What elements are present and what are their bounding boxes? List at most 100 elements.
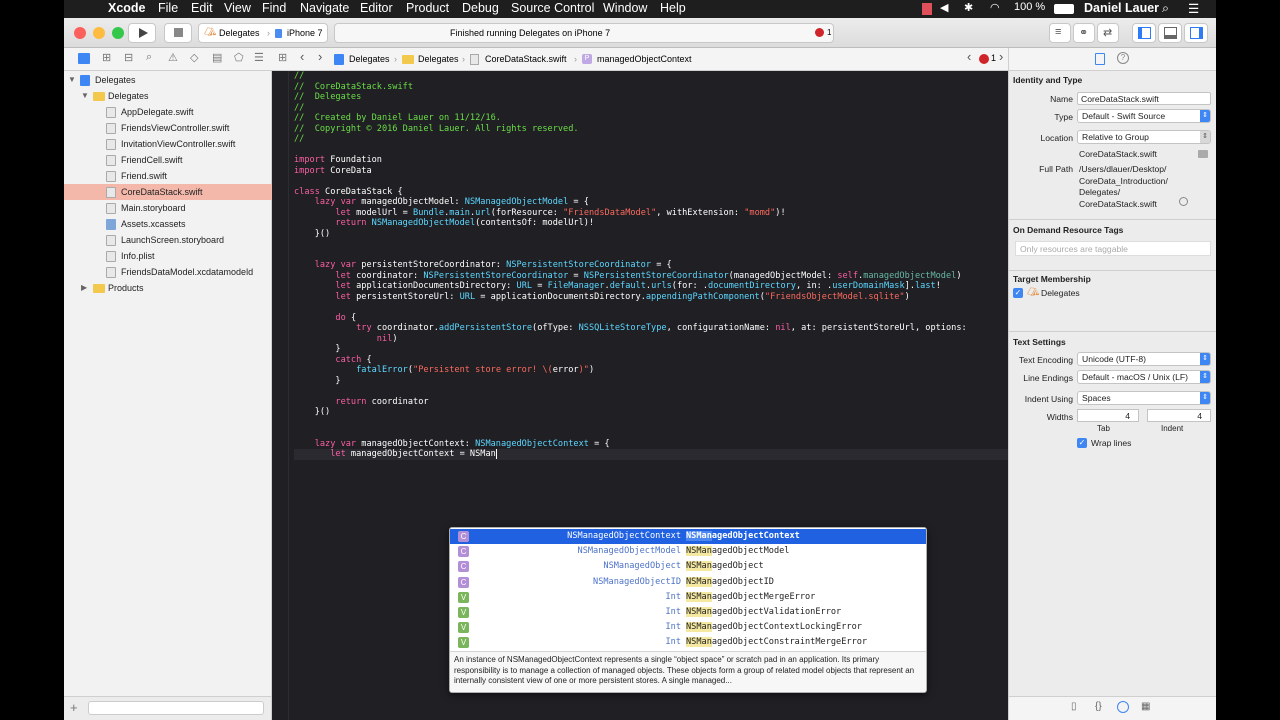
code-line[interactable]: // Copyright © 2016 Daniel Lauer. All ri… bbox=[294, 124, 1008, 135]
navigator-filter-field[interactable] bbox=[88, 701, 264, 715]
autocomplete-item[interactable]: C NSManagedObjectModel NSManagedObjectMode… bbox=[450, 544, 926, 559]
add-file-icon[interactable]: + bbox=[70, 700, 78, 715]
file-inspector-icon[interactable] bbox=[1095, 53, 1105, 65]
autocomplete-item[interactable]: V Int NSManagedObjectContextLockingError bbox=[450, 620, 926, 635]
menu-editor[interactable]: Editor bbox=[360, 1, 393, 15]
encoding-popup[interactable]: Unicode (UTF-8) ⇕ bbox=[1077, 352, 1211, 366]
wifi-icon[interactable]: ◠ bbox=[990, 1, 1000, 14]
autocomplete-item[interactable]: V Int NSManagedObjectMergeError bbox=[450, 590, 926, 605]
menu-edit[interactable]: Edit bbox=[191, 1, 213, 15]
code-line[interactable]: class CoreDataStack { bbox=[294, 187, 1008, 198]
target-checkbox[interactable]: ✓ bbox=[1013, 288, 1023, 298]
code-line[interactable]: import Foundation bbox=[294, 155, 1008, 166]
disclosure-triangle-icon[interactable]: ▼ bbox=[81, 88, 89, 104]
tab-width-field[interactable]: 4 bbox=[1077, 409, 1139, 422]
notification-center-icon[interactable]: ☰ bbox=[1188, 1, 1199, 16]
standard-editor-button[interactable]: ≡ bbox=[1049, 23, 1071, 43]
navigator-row[interactable]: ▼ Delegates bbox=[64, 88, 272, 104]
autocomplete-item[interactable]: V Int NSManagedObjectValidationError bbox=[450, 605, 926, 620]
code-line[interactable] bbox=[294, 176, 1008, 187]
code-line[interactable]: }() bbox=[294, 229, 1008, 240]
test-navigator-icon[interactable]: ◇ bbox=[190, 51, 198, 64]
navigator-row[interactable]: Friend.swift bbox=[64, 168, 272, 184]
odr-tags-field[interactable]: Only resources are taggable bbox=[1015, 241, 1211, 256]
source-control-navigator-icon[interactable]: ⊞ bbox=[102, 51, 111, 64]
close-window-button[interactable] bbox=[74, 27, 86, 39]
code-line[interactable]: let applicationDocumentsDirectory: URL =… bbox=[294, 281, 1008, 292]
project-navigator-icon[interactable] bbox=[78, 53, 90, 64]
toggle-navigator-button[interactable] bbox=[1132, 23, 1156, 43]
code-line[interactable]: let managedObjectContext = NSMan bbox=[294, 449, 1008, 460]
code-line[interactable]: import CoreData bbox=[294, 166, 1008, 177]
media-library-icon[interactable]: ▦ bbox=[1141, 701, 1150, 712]
code-line[interactable]: catch { bbox=[294, 355, 1008, 366]
issue-navigator-icon[interactable]: ⚠︎ bbox=[168, 51, 178, 64]
navigator-row[interactable]: AppDelegate.swift bbox=[64, 104, 272, 120]
code-line[interactable]: fatalError("Persistent store error! \(er… bbox=[294, 365, 1008, 376]
volume-icon[interactable]: ◀︎ bbox=[940, 1, 948, 14]
toggle-debug-area-button[interactable] bbox=[1158, 23, 1182, 43]
code-snippet-library-icon[interactable]: {} bbox=[1095, 701, 1102, 712]
code-line[interactable]: lazy var managedObjectModel: NSManagedOb… bbox=[294, 197, 1008, 208]
code-line[interactable]: // bbox=[294, 103, 1008, 114]
code-line[interactable]: do { bbox=[294, 313, 1008, 324]
scheme-selector[interactable]: ⛺︎ Delegates › iPhone 7 bbox=[198, 23, 328, 43]
code-line[interactable] bbox=[294, 145, 1008, 156]
code-line[interactable]: // bbox=[294, 71, 1008, 82]
navigator-row[interactable]: Main.storyboard bbox=[64, 200, 272, 216]
code-line[interactable] bbox=[294, 428, 1008, 439]
indent-width-field[interactable]: 4 bbox=[1147, 409, 1211, 422]
navigator-row[interactable]: ▶ Products bbox=[64, 280, 272, 296]
navigator-row[interactable]: ▼ Delegates bbox=[64, 72, 272, 88]
related-items-icon[interactable]: ⊞ bbox=[278, 51, 287, 64]
zoom-window-button[interactable] bbox=[112, 27, 124, 39]
menu-debug[interactable]: Debug bbox=[462, 1, 499, 15]
source-editor[interactable]: //// CoreDataStack.swift// Delegates////… bbox=[272, 71, 1008, 720]
minimize-window-button[interactable] bbox=[93, 27, 105, 39]
code-line[interactable]: // Delegates bbox=[294, 92, 1008, 103]
code-line[interactable] bbox=[294, 418, 1008, 429]
error-count[interactable]: 1 bbox=[827, 24, 831, 42]
debug-navigator-icon[interactable]: ▤ bbox=[212, 51, 222, 64]
code-line[interactable] bbox=[294, 250, 1008, 261]
folder-reveal-icon[interactable] bbox=[1198, 150, 1208, 158]
error-icon[interactable] bbox=[815, 28, 824, 37]
toggle-inspector-button[interactable] bbox=[1184, 23, 1208, 43]
assistant-editor-button[interactable]: ⚭ bbox=[1073, 23, 1095, 43]
code-line[interactable]: return NSManagedObjectModel(contentsOf: … bbox=[294, 218, 1008, 229]
breadcrumb-symbol[interactable]: managedObjectContext bbox=[597, 48, 692, 71]
reveal-in-finder-icon[interactable] bbox=[1179, 197, 1188, 206]
issue-error-icon[interactable] bbox=[979, 54, 989, 64]
file-template-library-icon[interactable]: ▯ bbox=[1071, 701, 1077, 712]
code-line[interactable]: lazy var persistentStoreCoordinator: NSP… bbox=[294, 260, 1008, 271]
autocomplete-item[interactable]: C NSManagedObjectID NSManagedObjectID bbox=[450, 575, 926, 590]
code-line[interactable] bbox=[294, 386, 1008, 397]
run-button[interactable] bbox=[128, 23, 156, 43]
autocomplete-item[interactable]: V Int NSManagedObjectConstraintMergeError bbox=[450, 635, 926, 650]
autocomplete-item[interactable]: C NSManagedObject NSManagedObject bbox=[450, 559, 926, 574]
disclosure-triangle-icon[interactable]: ▶ bbox=[81, 280, 87, 296]
code-line[interactable] bbox=[294, 302, 1008, 313]
symbol-navigator-icon[interactable]: ⊟ bbox=[124, 51, 133, 64]
menu-view[interactable]: View bbox=[224, 1, 251, 15]
code-line[interactable]: try coordinator.addPersistentStore(ofTyp… bbox=[294, 323, 1008, 334]
code-line[interactable]: } bbox=[294, 376, 1008, 387]
navigator-row[interactable]: FriendsViewController.swift bbox=[64, 120, 272, 136]
version-editor-button[interactable]: ⇄ bbox=[1097, 23, 1119, 43]
next-issue-icon[interactable]: › bbox=[999, 49, 1003, 64]
code-line[interactable] bbox=[294, 239, 1008, 250]
find-navigator-icon[interactable]: ⌕ bbox=[146, 51, 152, 64]
navigator-row[interactable]: LaunchScreen.storyboard bbox=[64, 232, 272, 248]
back-arrow-icon[interactable]: ‹ bbox=[300, 49, 304, 64]
code-line[interactable]: // CoreDataStack.swift bbox=[294, 82, 1008, 93]
code-line[interactable]: return coordinator bbox=[294, 397, 1008, 408]
menu-source-control[interactable]: Source Control bbox=[511, 1, 594, 15]
menu-window[interactable]: Window bbox=[603, 1, 647, 15]
stop-button[interactable] bbox=[164, 23, 192, 43]
battery-icon[interactable] bbox=[1054, 4, 1074, 14]
location-popup[interactable]: Relative to Group ⇕ bbox=[1077, 130, 1211, 144]
code-line[interactable]: let coordinator: NSPersistentStoreCoordi… bbox=[294, 271, 1008, 282]
breadcrumb-project[interactable]: Delegates bbox=[349, 48, 390, 71]
navigator-row[interactable]: Info.plist bbox=[64, 248, 272, 264]
code-text[interactable]: //// CoreDataStack.swift// Delegates////… bbox=[294, 71, 1008, 460]
